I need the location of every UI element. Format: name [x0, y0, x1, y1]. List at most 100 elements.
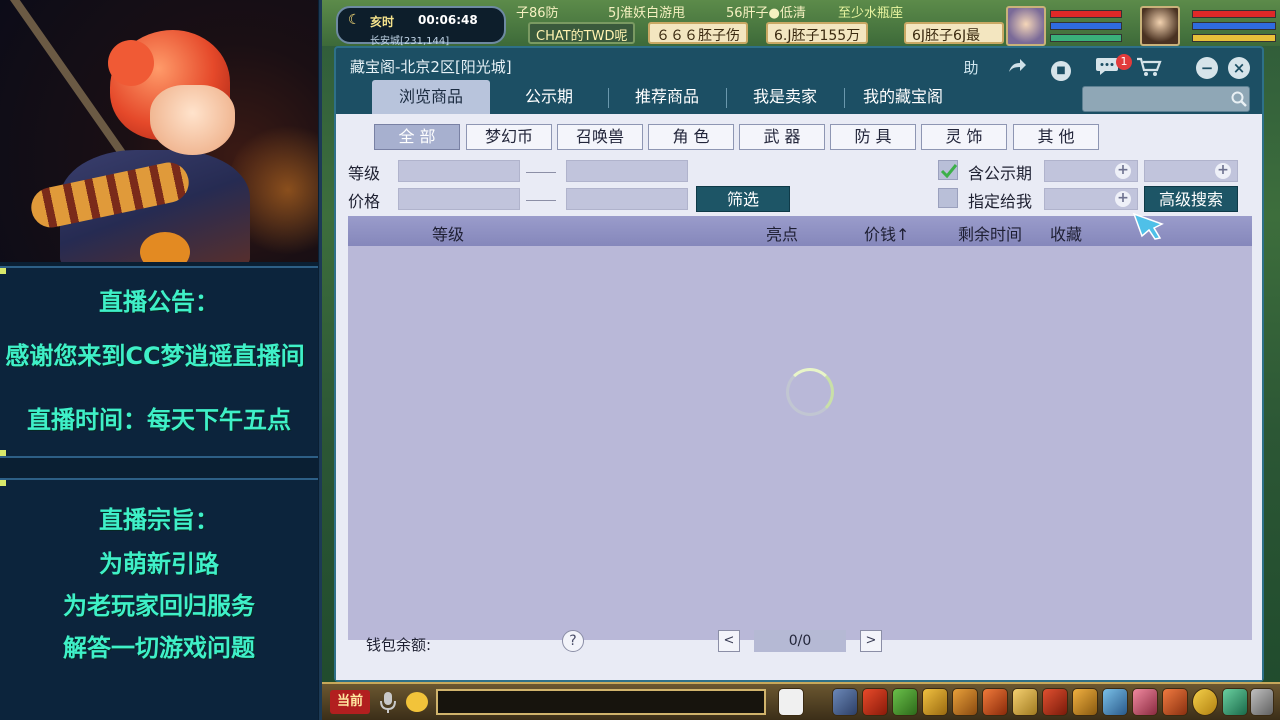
- plus-icon[interactable]: +: [1115, 163, 1131, 179]
- search-icon[interactable]: [1230, 90, 1248, 108]
- level-min-input[interactable]: [398, 160, 520, 182]
- location-coords: 长安城[231,144]: [370, 36, 450, 47]
- tab-recommended[interactable]: 推荐商品: [608, 80, 726, 114]
- column-remaining-time[interactable]: 剩余时间: [958, 221, 1022, 245]
- purpose-line-1: 为萌新引路: [99, 550, 219, 578]
- scroll-message-4: 至少水瓶座: [838, 6, 904, 21]
- streamer-character-art: [0, 0, 318, 262]
- chat-channel-button[interactable]: 当前: [330, 690, 370, 714]
- purpose-line-3: 解答一切游戏问题: [63, 634, 255, 662]
- mouse-cursor-icon: [1132, 212, 1164, 240]
- pet-avatar[interactable]: [1006, 6, 1046, 46]
- pet-mp-bar: [1050, 22, 1122, 30]
- smile-icon[interactable]: [1192, 688, 1218, 716]
- quest-icon[interactable]: [1012, 688, 1038, 716]
- guild-icon[interactable]: [1042, 688, 1068, 716]
- emoji-icon[interactable]: [406, 692, 428, 712]
- player-sp-bar: [1192, 34, 1276, 42]
- record-button[interactable]: ■: [1048, 56, 1074, 81]
- next-page-button[interactable]: >: [860, 630, 882, 652]
- game-clock: ☾ 亥时 00:06:48 长安城[231,144]: [336, 6, 506, 47]
- tab-browse[interactable]: 浏览商品: [372, 80, 490, 114]
- help-button[interactable]: 助: [958, 56, 984, 80]
- column-price-label: 价钱: [864, 225, 897, 244]
- category-summon[interactable]: 召唤兽: [557, 124, 643, 150]
- map-icon[interactable]: [1102, 688, 1128, 716]
- category-currency[interactable]: 梦幻币: [466, 124, 552, 150]
- filter-button[interactable]: 筛选: [696, 186, 790, 212]
- dialog-title: 藏宝阁-北京2区[阳光城]: [350, 58, 512, 76]
- price-max-input[interactable]: [566, 188, 688, 210]
- tab-public-period[interactable]: 公示期: [490, 80, 608, 114]
- shopping-cart-icon: [1137, 57, 1162, 76]
- chat-input[interactable]: [436, 689, 766, 715]
- category-spirit-ornament[interactable]: 灵 饰: [921, 124, 1007, 150]
- include-public-checkbox[interactable]: [938, 160, 958, 180]
- column-highlights[interactable]: 亮点: [766, 221, 798, 245]
- attack-icon[interactable]: [862, 688, 888, 716]
- microphone-icon[interactable]: [378, 690, 398, 714]
- cart-button[interactable]: [1136, 56, 1162, 80]
- stall-sign-1[interactable]: CHAT的TWD呢: [528, 22, 636, 44]
- table-header: 等级 亮点 价钱↑ 剩余时间 收藏: [348, 216, 1252, 246]
- plus-icon[interactable]: +: [1215, 163, 1231, 179]
- category-other[interactable]: 其 他: [1013, 124, 1099, 150]
- close-icon: ×: [1228, 57, 1250, 79]
- plus-icon[interactable]: +: [1115, 191, 1131, 207]
- checkmark-icon: [940, 164, 958, 179]
- column-favorite[interactable]: 收藏: [1050, 221, 1082, 245]
- category-armor[interactable]: 防 具: [830, 124, 916, 150]
- category-all[interactable]: 全 部: [374, 124, 460, 150]
- wallet-help-button[interactable]: ?: [562, 630, 584, 652]
- bell-icon[interactable]: [1072, 688, 1098, 716]
- advanced-search-button[interactable]: 高级搜索: [1144, 186, 1238, 212]
- category-weapon[interactable]: 武 器: [739, 124, 825, 150]
- friends-icon[interactable]: [1132, 688, 1158, 716]
- include-public-label: 含公示期: [968, 164, 1033, 183]
- sort-arrow-icon: ↑: [896, 225, 910, 244]
- assigned-to-me-label: 指定给我: [968, 192, 1033, 211]
- assigned-to-me-checkbox[interactable]: [938, 188, 958, 208]
- search-input[interactable]: [1082, 86, 1250, 112]
- stall-sign-3[interactable]: 6.J胚子155万: [766, 22, 869, 44]
- level-max-input[interactable]: [566, 160, 688, 182]
- team-icon[interactable]: [952, 688, 978, 716]
- wallet-balance-label: 钱包余额:: [366, 636, 432, 654]
- price-min-input[interactable]: [398, 188, 520, 210]
- stream-overlay-panel: 直播公告： 感谢您来到CC梦逍遥直播间 直播时间：每天下午五点 直播宗旨： 为萌…: [0, 0, 322, 720]
- category-character[interactable]: 角 色: [648, 124, 734, 150]
- share-arrow-icon: [1009, 59, 1026, 72]
- scroll-message-3: 56肝子●低清: [726, 6, 806, 21]
- skill-icon[interactable]: [892, 688, 918, 716]
- listing-table: 等级 亮点 价钱↑ 剩余时间 收藏: [348, 216, 1252, 640]
- pet-status-icon[interactable]: [778, 688, 804, 716]
- sword-icon[interactable]: [832, 688, 858, 716]
- column-level[interactable]: 等级: [432, 221, 464, 245]
- share-button[interactable]: [1004, 56, 1030, 80]
- purpose-title: 直播宗旨：: [99, 506, 219, 534]
- stall-sign-2[interactable]: ６６６胚子伤: [648, 22, 748, 44]
- item-icon[interactable]: [922, 688, 948, 716]
- notice-schedule: 直播时间：每天下午五点: [27, 406, 291, 434]
- tab-my-pavilion[interactable]: 我的藏宝阁: [844, 80, 962, 114]
- system-menu-icon[interactable]: [1222, 688, 1248, 716]
- minimize-button[interactable]: −: [1194, 56, 1220, 80]
- stall-sign-4[interactable]: 6J胚子6J最: [904, 22, 1004, 44]
- moon-icon: ☾: [348, 12, 361, 28]
- tab-seller[interactable]: 我是卖家: [726, 80, 844, 114]
- notice-welcome: 感谢您来到CC梦逍遥直播间: [5, 342, 305, 370]
- loading-spinner-icon: [786, 368, 834, 416]
- close-button[interactable]: ×: [1226, 56, 1252, 80]
- shop-icon[interactable]: [1162, 688, 1188, 716]
- column-price[interactable]: 价钱↑: [864, 221, 909, 245]
- player-mp-bar: [1192, 22, 1276, 30]
- stream-notice-box: 直播公告： 感谢您来到CC梦逍遥直播间 直播时间：每天下午五点: [0, 266, 318, 458]
- prev-page-button[interactable]: <: [718, 630, 740, 652]
- settings-icon[interactable]: [1250, 688, 1274, 716]
- player-avatar[interactable]: [1140, 6, 1180, 46]
- game-bottom-bar: 当前: [322, 682, 1280, 720]
- pet-icon[interactable]: [982, 688, 1008, 716]
- minimize-icon: −: [1196, 57, 1218, 79]
- price-filter-label: 价格: [348, 192, 381, 211]
- player-hp-bar: [1192, 10, 1276, 18]
